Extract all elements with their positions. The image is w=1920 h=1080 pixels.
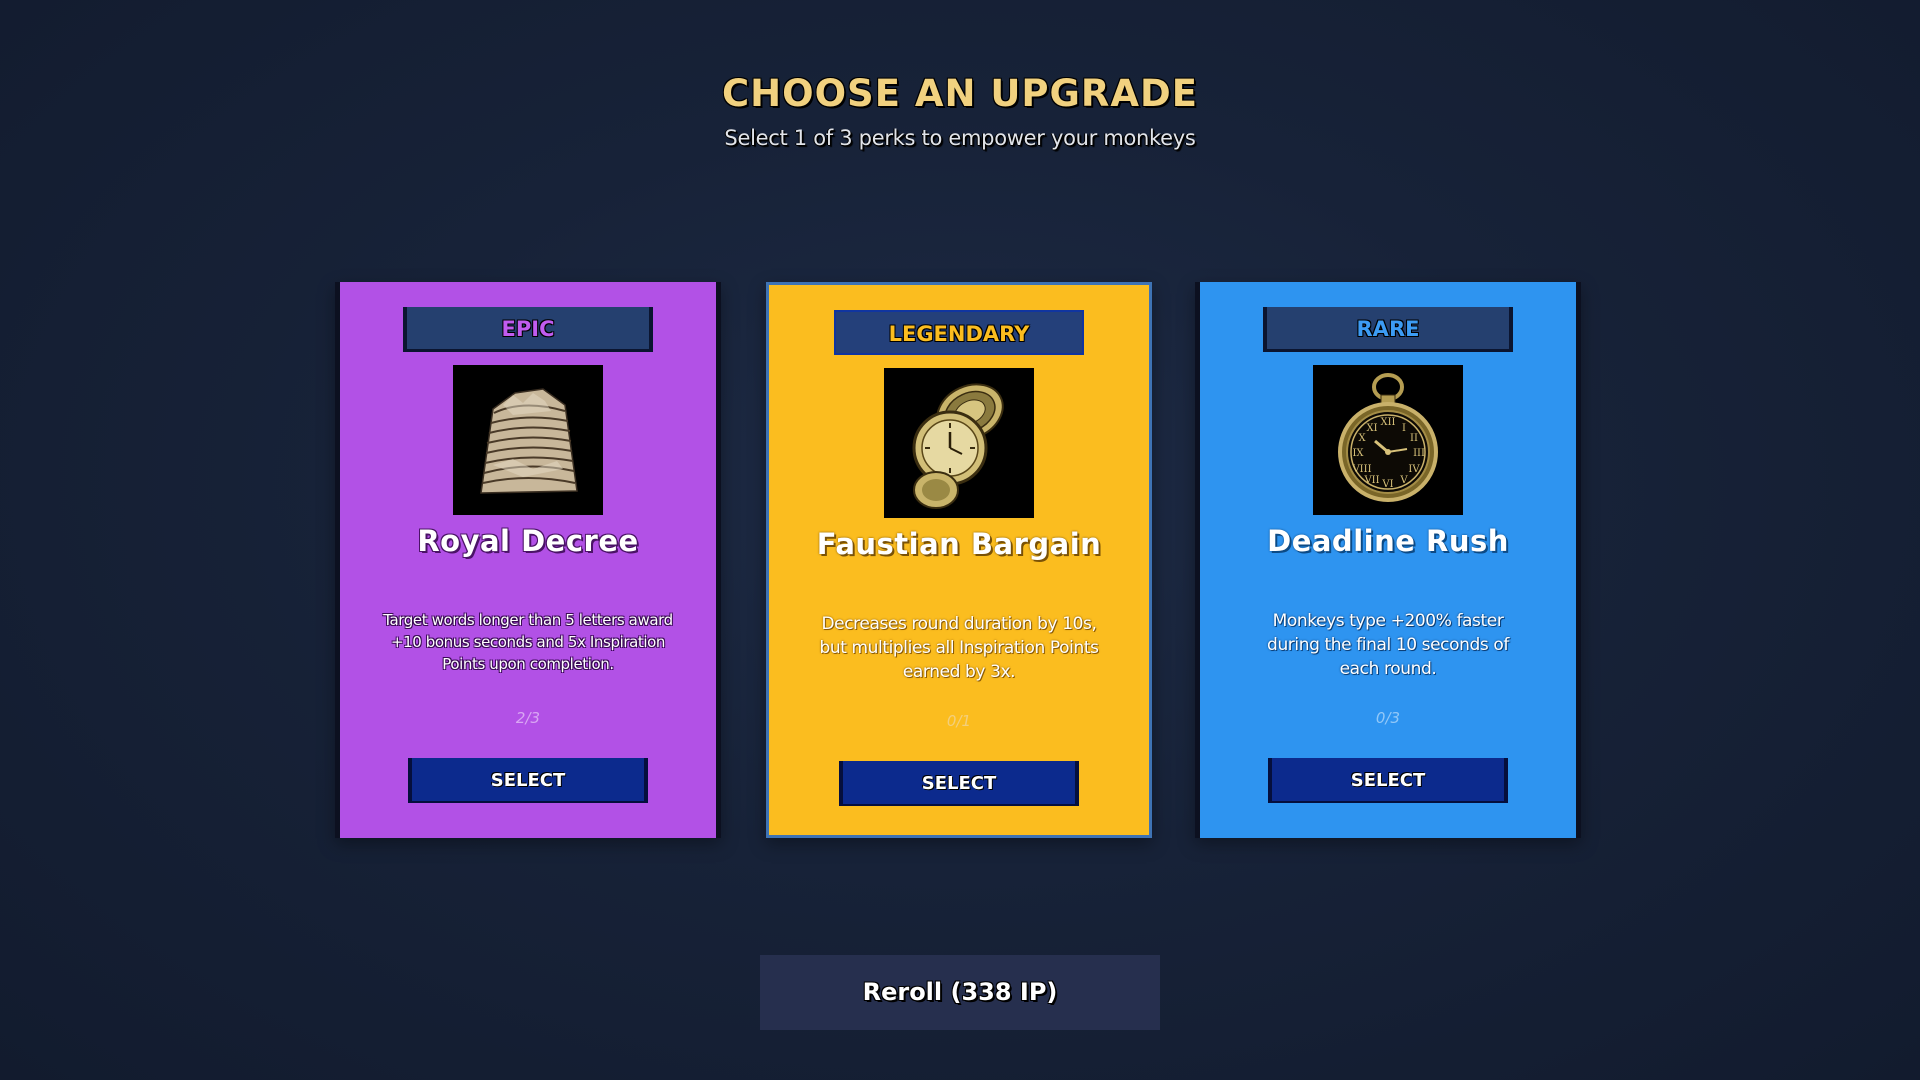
- perk-card-royal-decree[interactable]: EPIC Royal Decree Target words longer th…: [335, 282, 721, 838]
- select-button[interactable]: SELECT: [408, 758, 648, 803]
- perk-name: Deadline Rush: [1267, 524, 1509, 558]
- pocket-watch-icon: XII VI IX III I II IV V VII VIII X XI: [1313, 365, 1463, 515]
- perk-description: Target words longer than 5 letters award…: [383, 611, 673, 673]
- perk-progress: 0/1: [946, 712, 972, 730]
- perk-name: Faustian Bargain: [816, 527, 1102, 561]
- svg-text:X: X: [1358, 433, 1366, 444]
- select-button[interactable]: SELECT: [839, 761, 1079, 806]
- svg-text:XII: XII: [1380, 417, 1395, 428]
- paper-stack-icon: [453, 365, 603, 515]
- svg-text:XI: XI: [1366, 423, 1377, 434]
- perk-card-deadline-rush[interactable]: RARE XII VI IX III I II IV V VII VIII X …: [1195, 282, 1581, 838]
- perk-name: Royal Decree: [417, 524, 639, 558]
- svg-text:VII: VII: [1363, 475, 1379, 486]
- svg-text:V: V: [1399, 475, 1408, 486]
- page-title: CHOOSE AN UPGRADE: [722, 72, 1198, 115]
- svg-text:IV: IV: [1408, 464, 1420, 475]
- perk-progress: 0/3: [1375, 709, 1401, 727]
- page-subtitle: Select 1 of 3 perks to empower your monk…: [724, 126, 1196, 150]
- perk-progress: 2/3: [515, 709, 541, 727]
- svg-text:VIII: VIII: [1351, 464, 1371, 475]
- perk-cards: EPIC Royal Decree Target words longer th…: [0, 282, 1920, 842]
- header: CHOOSE AN UPGRADE Select 1 of 3 perks to…: [0, 70, 1920, 150]
- perk-description: Decreases round duration by 10s, but mul…: [819, 614, 1099, 682]
- svg-text:VI: VI: [1381, 479, 1393, 490]
- reroll-button[interactable]: Reroll (338 IP): [760, 955, 1160, 1030]
- rarity-badge: EPIC: [403, 307, 653, 352]
- svg-text:II: II: [1410, 433, 1418, 444]
- rarity-badge: RARE: [1263, 307, 1513, 352]
- perk-description: Monkeys type +200% faster during the fin…: [1267, 611, 1509, 679]
- select-button[interactable]: SELECT: [1268, 758, 1508, 803]
- svg-text:IX: IX: [1352, 448, 1364, 459]
- svg-text:I: I: [1402, 423, 1406, 434]
- rarity-badge: LEGENDARY: [834, 310, 1084, 355]
- perk-card-faustian-bargain[interactable]: LEGENDARY Faustian Bargain Decreases rou…: [766, 282, 1152, 838]
- svg-text:III: III: [1413, 448, 1425, 459]
- open-pocket-watch-icon: [884, 368, 1034, 518]
